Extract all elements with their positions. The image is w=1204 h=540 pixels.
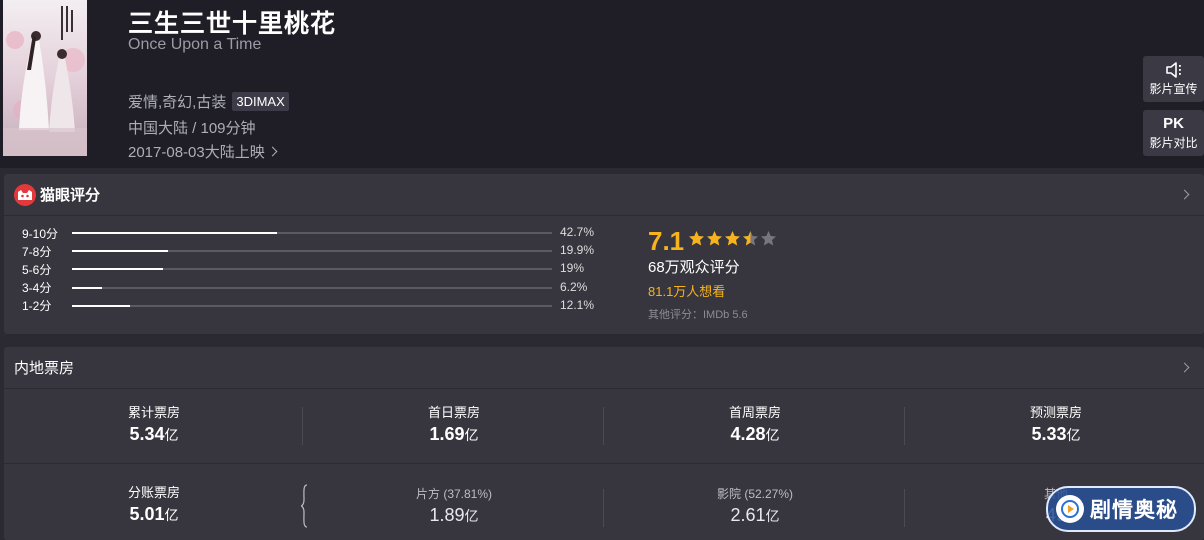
distribution-bar xyxy=(72,232,277,234)
stat-split: 分账票房 5.01亿 xyxy=(4,482,304,525)
format-tag: 3DIMAX xyxy=(232,92,289,111)
release-text: 2017-08-03大陆上映 xyxy=(128,144,265,161)
distribution-label: 9-10分 xyxy=(22,226,59,241)
stat-label: 预测票房 xyxy=(1029,405,1082,420)
stat-value: 2.61亿 xyxy=(730,505,780,525)
stat-value: 5.01亿 xyxy=(129,504,179,524)
score-value: 7.1 xyxy=(648,226,685,256)
wish-count: 81.1万人想看 xyxy=(648,284,726,299)
stat-value: 4.28亿 xyxy=(730,424,780,444)
stat-label: 片方 (37.81%) xyxy=(415,487,493,501)
distribution-bar xyxy=(72,286,102,289)
genres-text: 爱情,奇幻,古装 xyxy=(128,94,227,111)
star-rating xyxy=(688,230,778,247)
divider xyxy=(603,489,604,527)
divider xyxy=(603,407,604,445)
stat-label: 累计票房 xyxy=(127,405,180,420)
compare-label: 影片对比 xyxy=(1149,135,1198,150)
distribution-label: 3-4分 xyxy=(22,281,52,296)
full-star-icon xyxy=(725,231,740,246)
play-icon xyxy=(1056,495,1084,523)
distribution-bar xyxy=(72,304,131,307)
movie-english-title: Once Upon a Time xyxy=(128,36,262,53)
watermark-badge: 剧情奥秘 xyxy=(1046,486,1196,532)
distribution-bar xyxy=(72,268,164,271)
rating-header[interactable]: 猫眼评分 xyxy=(4,174,1204,216)
pk-text: PK xyxy=(1163,114,1184,132)
stat-cinema: 影院 (52.27%) 2.61亿 xyxy=(605,485,905,526)
full-star-icon xyxy=(707,231,722,246)
distribution-percent: 19% xyxy=(560,261,585,276)
stat-label: 分账票房 xyxy=(127,485,180,500)
distribution-row: 1-2分 12.1% xyxy=(22,298,622,314)
stat-forecast: 预测票房 5.33亿 xyxy=(906,402,1204,445)
stat-first-week: 首周票房 4.28亿 xyxy=(605,402,905,445)
distribution-row: 9-10分 42.7% xyxy=(22,225,622,241)
compare-button[interactable]: PK 影片对比 xyxy=(1143,110,1204,156)
row-divider xyxy=(4,463,1204,464)
full-star-icon xyxy=(689,231,704,246)
movie-release-link[interactable]: 2017-08-03大陆上映 xyxy=(128,141,278,162)
box-office-panel: 内地票房 累计票房 5.34亿 首日票房 1.69亿 首周票房 4.28亿 预测… xyxy=(4,347,1204,540)
stat-value: 1.69亿 xyxy=(429,424,479,444)
distribution-track xyxy=(72,268,552,271)
promo-label: 影片宣传 xyxy=(1149,81,1198,96)
viewer-count: 68万观众评分 xyxy=(648,259,740,276)
watermark-text: 剧情奥秘 xyxy=(1090,499,1178,522)
movie-genres: 爱情,奇幻,古装 3DIMAX xyxy=(128,91,289,112)
distribution-label: 7-8分 xyxy=(22,244,52,259)
box-office-header[interactable]: 内地票房 xyxy=(4,347,1204,389)
distribution-percent: 42.7% xyxy=(560,225,595,239)
stat-label: 首周票房 xyxy=(728,405,781,420)
distribution-row: 3-4分 6.2% xyxy=(22,280,622,296)
rating-panel: 猫眼评分 9-10分 42.7% 7-8分 19.9% 5-6分 19% 3-4分 6.2% 1… xyxy=(4,174,1204,334)
speaker-icon xyxy=(1165,61,1181,78)
distribution-percent: 12.1% xyxy=(560,297,595,312)
divider xyxy=(904,489,905,527)
distribution-percent: 6.2% xyxy=(560,279,588,294)
movie-poster[interactable] xyxy=(3,0,87,156)
movie-header: 三生三世十里桃花 Once Upon a Time 爱情,奇幻,古装 3DIMA… xyxy=(0,0,1204,168)
distribution-track xyxy=(72,286,552,289)
divider xyxy=(904,407,905,445)
chevron-right-icon[interactable] xyxy=(1179,362,1190,373)
stat-producer: 片方 (37.81%) 1.89亿 xyxy=(304,485,604,526)
stat-value: 5.34亿 xyxy=(129,424,179,444)
distribution-track xyxy=(72,250,552,253)
movie-region-duration: 中国大陆 / 109分钟 xyxy=(128,120,256,137)
stat-value: 1.89亿 xyxy=(429,505,479,525)
divider xyxy=(302,407,303,445)
rating-title: 猫眼评分 xyxy=(40,187,101,204)
promo-button[interactable]: 影片宣传 xyxy=(1143,56,1204,102)
empty-star-icon xyxy=(761,231,776,246)
stat-total: 累计票房 5.34亿 xyxy=(4,402,304,445)
distribution-track xyxy=(72,304,552,307)
distribution-row: 7-8分 19.9% xyxy=(22,243,622,259)
stat-label: 影院 (52.27%) xyxy=(716,487,794,501)
maoyan-logo-icon xyxy=(14,183,36,206)
other-score: 其他评分：IMDb 5.6 xyxy=(648,309,748,321)
distribution-row: 5-6分 19% xyxy=(22,261,622,277)
box-office-title: 内地票房 xyxy=(14,360,75,377)
movie-title: 三生三世十里桃花 xyxy=(128,10,337,38)
chevron-right-icon xyxy=(267,146,278,157)
half-star-icon xyxy=(743,231,758,246)
distribution-track xyxy=(72,232,552,234)
stat-first-day: 首日票房 1.69亿 xyxy=(304,402,604,445)
stat-label: 首日票房 xyxy=(427,405,480,420)
distribution-bar xyxy=(72,250,168,253)
distribution-percent: 19.9% xyxy=(560,243,595,258)
chevron-right-icon[interactable] xyxy=(1179,189,1190,200)
stat-value: 5.33亿 xyxy=(1031,424,1081,444)
distribution-label: 1-2分 xyxy=(22,299,52,314)
distribution-label: 5-6分 xyxy=(22,262,52,277)
